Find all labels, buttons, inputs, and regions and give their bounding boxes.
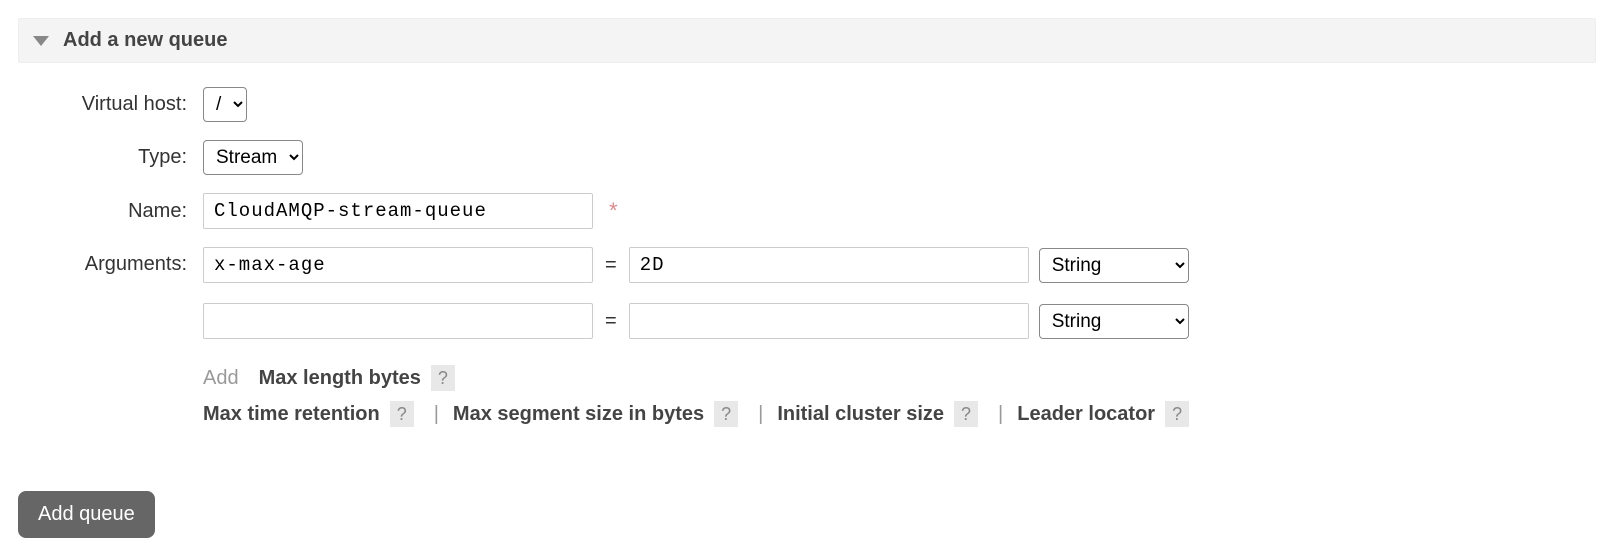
hint-leader-locator[interactable]: Leader locator: [1017, 403, 1155, 426]
add-queue-form: Virtual host: / Type: Stream Name: *: [18, 87, 1596, 538]
hint-separator: |: [748, 403, 773, 426]
hint-initial-cluster-size[interactable]: Initial cluster size: [777, 403, 944, 426]
equals-icon: =: [603, 310, 619, 333]
row-vhost: Virtual host: /: [18, 87, 1596, 122]
label-vhost: Virtual host:: [18, 93, 203, 116]
argument-hints: Add Max length bytes ? Max time retentio…: [203, 365, 1195, 437]
argument-type-select[interactable]: String: [1039, 304, 1189, 339]
help-icon[interactable]: ?: [431, 365, 455, 391]
help-icon[interactable]: ?: [714, 401, 738, 427]
help-icon[interactable]: ?: [390, 401, 414, 427]
argument-row: = String: [203, 303, 1189, 339]
label-arguments: Arguments:: [18, 247, 203, 276]
add-queue-button[interactable]: Add queue: [18, 491, 155, 538]
row-arguments: Arguments: = String = String: [18, 247, 1596, 437]
argument-key-input[interactable]: [203, 303, 593, 339]
argument-value-input[interactable]: [629, 247, 1029, 283]
argument-value-input[interactable]: [629, 303, 1029, 339]
argument-row: = String: [203, 247, 1189, 283]
required-icon: *: [609, 198, 618, 224]
equals-icon: =: [603, 254, 619, 277]
section-title: Add a new queue: [63, 29, 227, 52]
hint-separator: |: [424, 403, 449, 426]
help-icon[interactable]: ?: [1165, 401, 1189, 427]
label-name: Name:: [18, 200, 203, 223]
hint-max-time-retention[interactable]: Max time retention: [203, 403, 380, 426]
hint-separator: |: [988, 403, 1013, 426]
argument-type-select[interactable]: String: [1039, 248, 1189, 283]
hint-max-segment-size[interactable]: Max segment size in bytes: [453, 403, 704, 426]
argument-key-input[interactable]: [203, 247, 593, 283]
row-type: Type: Stream: [18, 140, 1596, 175]
hints-add-label: Add: [203, 367, 239, 390]
name-input[interactable]: [203, 193, 593, 229]
section-header[interactable]: Add a new queue: [18, 18, 1596, 63]
vhost-select[interactable]: /: [203, 87, 247, 122]
label-type: Type:: [18, 146, 203, 169]
row-name: Name: *: [18, 193, 1596, 229]
help-icon[interactable]: ?: [954, 401, 978, 427]
collapse-icon: [33, 36, 49, 46]
hint-max-length-bytes[interactable]: Max length bytes: [259, 367, 421, 390]
type-select[interactable]: Stream: [203, 140, 303, 175]
